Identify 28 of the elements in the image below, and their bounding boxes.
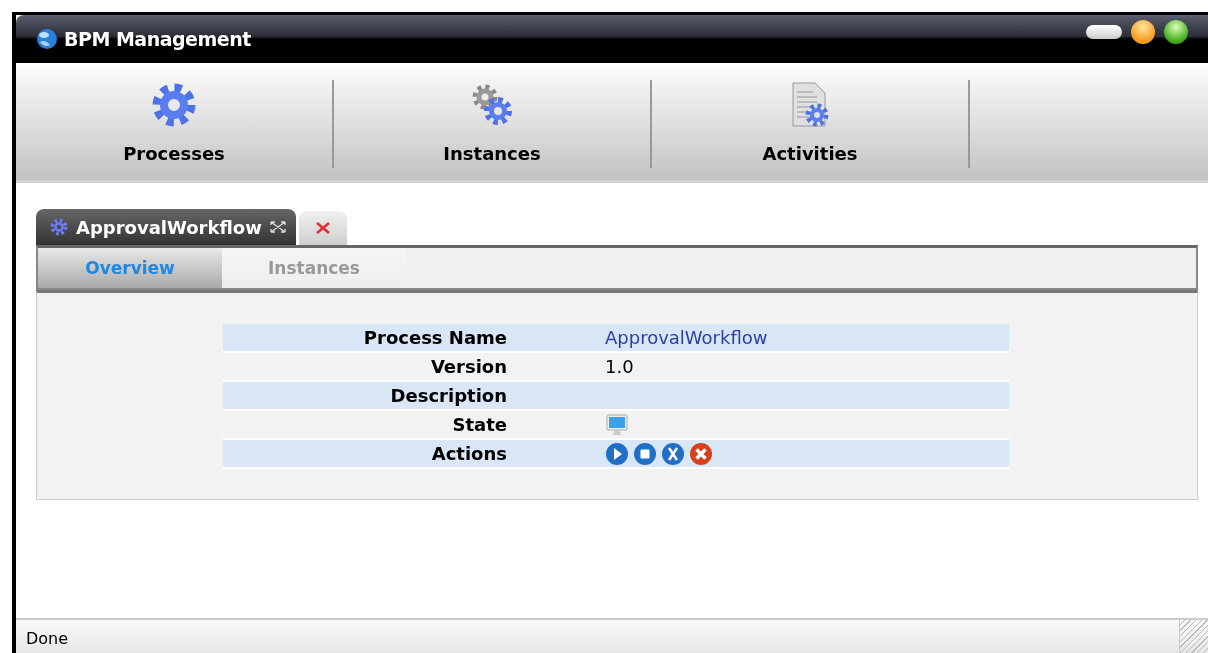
property-label: Version (429, 356, 507, 377)
maximize-button[interactable] (1131, 20, 1155, 44)
document-tab[interactable]: ApprovalWorkflow (36, 209, 296, 245)
gear-icon (50, 218, 68, 236)
window-title: BPM Management (64, 28, 251, 50)
status-text: Done (25, 628, 70, 648)
delete-icon[interactable] (689, 441, 713, 466)
property-label: Description (389, 385, 507, 406)
property-label: State (451, 414, 507, 435)
close-all-tab[interactable] (298, 211, 347, 245)
window-button[interactable] (1164, 20, 1188, 44)
toolbar-button[interactable]: Activities (652, 80, 970, 168)
resize-grip[interactable] (1179, 620, 1208, 653)
globe-icon (36, 28, 58, 50)
toolbar-button[interactable]: Instances (334, 80, 652, 168)
process-name-link[interactable]: ApprovalWorkflow (605, 327, 768, 348)
property-label: Process Name (362, 327, 507, 348)
close-icon (314, 222, 331, 234)
minimize-button[interactable] (1086, 25, 1122, 39)
gear-icon (151, 82, 197, 128)
property-label: Actions (430, 443, 507, 464)
x-icon[interactable] (661, 441, 685, 466)
toolbar-button[interactable]: Processes (16, 80, 334, 168)
play-icon[interactable] (605, 441, 629, 466)
property-value: 1.0 (605, 356, 634, 377)
maximize-icon[interactable] (269, 221, 286, 233)
stop-icon[interactable] (633, 441, 657, 466)
monitor-icon (605, 412, 629, 437)
